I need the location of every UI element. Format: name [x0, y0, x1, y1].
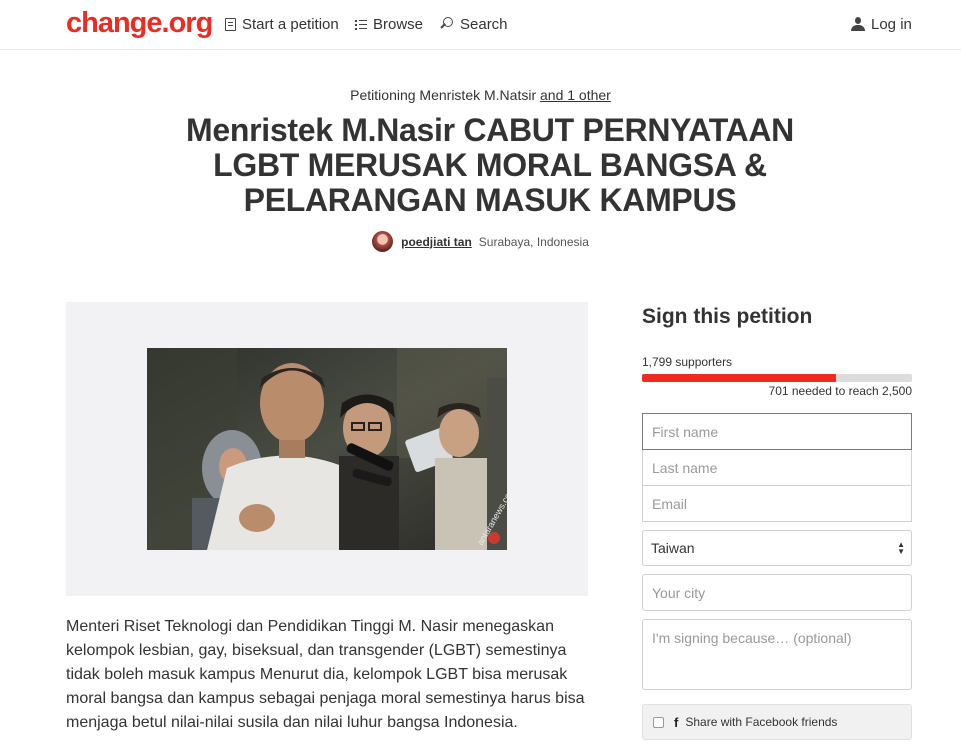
search-link[interactable]: Search [440, 15, 508, 33]
select-arrows-icon: ▲ ▼ [897, 540, 905, 556]
search-icon [440, 16, 454, 32]
sign-panel-title: Sign this petition [642, 305, 813, 328]
petitioning-line: Petitioning Menristek M.Natsir and 1 oth… [0, 87, 961, 103]
petition-title: Menristek M.Nasir CABUT PERNYATAAN LGBT … [186, 112, 794, 218]
share-facebook-checkbox[interactable] [653, 716, 664, 728]
share-facebook-option[interactable]: f Share with Facebook friends [642, 704, 912, 740]
browse-label: Browse [373, 15, 424, 33]
signatures-needed: 701 needed to reach 2,500 [768, 384, 912, 398]
last-name-field[interactable] [642, 450, 912, 486]
login-link[interactable]: Log in [851, 15, 912, 33]
top-navigation-bar: change.org Start a petition Browse Searc… [0, 0, 961, 50]
supporters-count: 1,799 supporters [642, 355, 733, 369]
reason-textarea[interactable] [642, 619, 912, 690]
petition-author: poedjiati tan Surabaya, Indonesia [0, 231, 961, 252]
author-name-link[interactable]: poedjiati tan [401, 235, 472, 249]
start-petition-label: Start a petition [242, 15, 339, 33]
change-org-logo[interactable]: change.org [66, 7, 213, 40]
share-facebook-label: Share with Facebook friends [685, 715, 838, 729]
petitioning-target: Petitioning Menristek M.Natsir [350, 87, 537, 103]
search-label: Search [460, 15, 508, 33]
user-icon [851, 17, 865, 31]
country-select[interactable]: Taiwan ▲ ▼ [642, 530, 912, 566]
email-field[interactable] [642, 486, 912, 522]
start-petition-link[interactable]: Start a petition [225, 15, 339, 33]
browse-link[interactable]: Browse [355, 15, 423, 33]
petition-media: antaranews.com [66, 302, 588, 596]
petition-description: Menteri Riset Teknologi dan Pendidikan T… [66, 618, 585, 731]
city-field[interactable] [642, 574, 912, 611]
list-icon [355, 19, 367, 30]
facebook-icon: f [674, 714, 679, 730]
first-name-field[interactable] [642, 413, 912, 450]
supporters-progress-bar [642, 374, 912, 382]
press-conference-photo: antaranews.com [147, 348, 507, 550]
author-avatar[interactable] [372, 231, 394, 252]
login-label: Log in [871, 15, 912, 33]
document-icon [225, 17, 236, 31]
other-targets-link[interactable]: and 1 other [540, 87, 611, 103]
author-location: Surabaya, Indonesia [478, 234, 589, 249]
petition-photo: antaranews.com [147, 348, 507, 550]
progress-bar-fill [642, 374, 837, 382]
country-value: Taiwan [651, 540, 695, 556]
